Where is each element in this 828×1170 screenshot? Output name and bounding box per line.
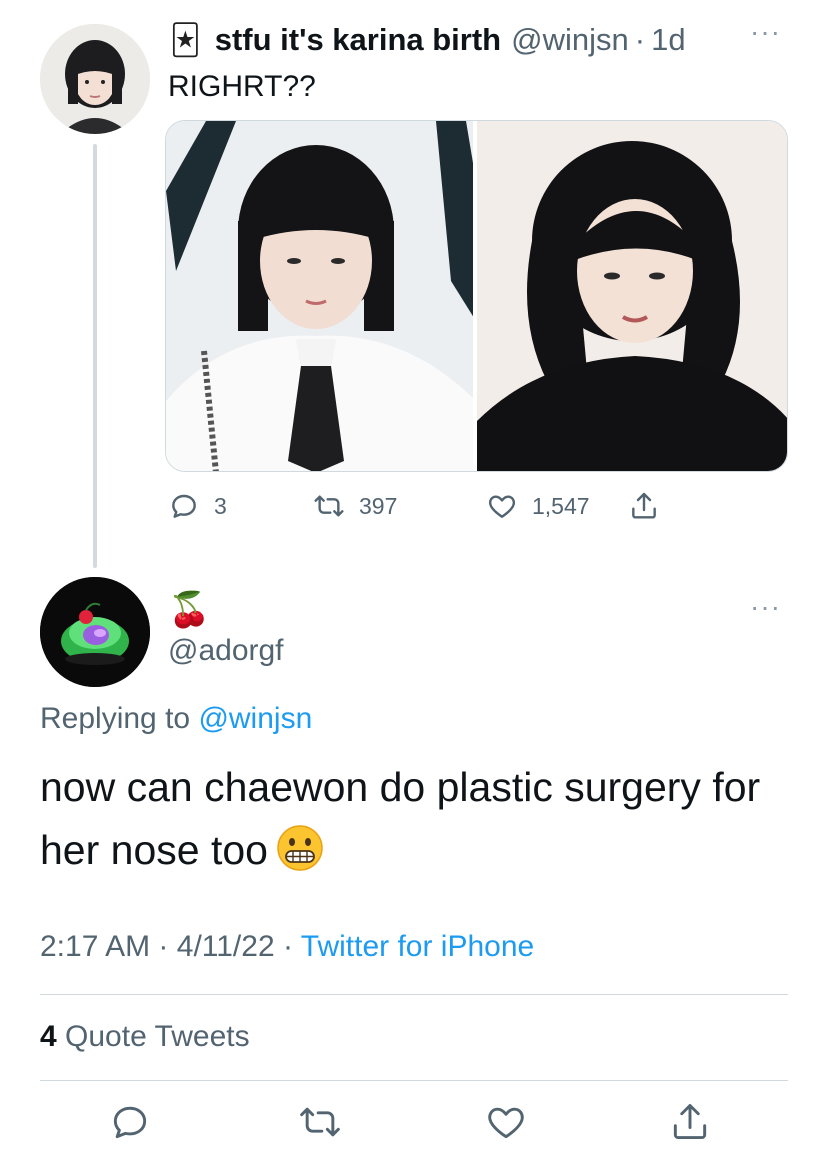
parent-tweet-text: RIGHRT?? [168,70,316,103]
reply-actions [0,1100,828,1160]
reply-tweet-text: now can chaewon do plastic surgery for h… [40,764,761,873]
reply-icon [172,494,196,518]
photo-illustration [477,121,787,471]
share-button[interactable] [628,490,674,522]
meta-separator: · [158,930,169,963]
retweet-count: 397 [359,492,398,519]
parent-avatar[interactable] [40,24,150,134]
reply-author-emoji: 🍒 [168,590,211,630]
author-emoji: 🃏 [170,22,201,58]
avatar-photo [40,577,150,687]
like-button[interactable] [484,1100,534,1150]
quote-tweets-link[interactable]: 4 Quote Tweets [40,1020,250,1054]
author-handle[interactable]: @winjsn [511,22,629,58]
parent-header: 🃏 stfu it's karina birth @winjsn · 1d [170,22,686,58]
reply-tweet-text-block: now can chaewon do plastic surgery for h… [40,756,800,882]
tweet-media[interactable] [165,120,788,472]
retweet-icon [314,495,344,517]
replying-to: Replying to @winjsn [40,702,312,736]
avatar-photo [40,24,150,134]
replying-prefix: Replying to [40,702,191,735]
tweet-source-link[interactable]: Twitter for iPhone [301,930,534,963]
thread-line [93,144,97,568]
more-options-icon[interactable]: ··· [750,591,781,623]
grimacing-face-icon [276,824,324,872]
replying-handle-link[interactable]: @winjsn [198,702,312,735]
quote-count: 4 [40,1020,57,1053]
share-button[interactable] [668,1100,718,1150]
reply-avatar[interactable] [40,577,150,687]
share-icon [673,1104,707,1140]
like-button[interactable]: 1,547 [486,490,590,522]
like-count: 1,547 [532,492,590,519]
reply-author-handle[interactable]: @adorgf [168,634,284,668]
reply-button[interactable] [108,1100,158,1150]
media-photo-left[interactable] [166,121,474,471]
retweet-icon [300,1107,340,1137]
media-photo-right[interactable] [477,121,787,471]
tweet-meta: 2:17 AM · 4/11/22 · Twitter for iPhone [40,930,534,964]
reply-button[interactable]: 3 [168,490,227,522]
author-name[interactable]: stfu it's karina birth [215,22,501,58]
divider [40,1080,788,1081]
share-icon [632,492,656,519]
reply-icon [113,1106,147,1139]
tweet-age[interactable]: 1d [651,22,685,58]
like-icon [488,1107,524,1139]
parent-actions: 3 397 1,547 [168,490,688,530]
retweet-button[interactable] [298,1100,348,1150]
tweet-time[interactable]: 2:17 AM [40,930,150,963]
header-separator: · [634,22,646,57]
like-icon [488,495,516,518]
quote-label: Quote Tweets [65,1020,250,1053]
reply-count: 3 [214,492,227,519]
more-options-icon[interactable]: ··· [750,16,781,48]
retweet-button[interactable]: 397 [313,490,397,522]
meta-separator: · [282,930,293,963]
divider [40,994,788,995]
tweet-date[interactable]: 4/11/22 [177,930,275,963]
photo-illustration [166,121,474,471]
